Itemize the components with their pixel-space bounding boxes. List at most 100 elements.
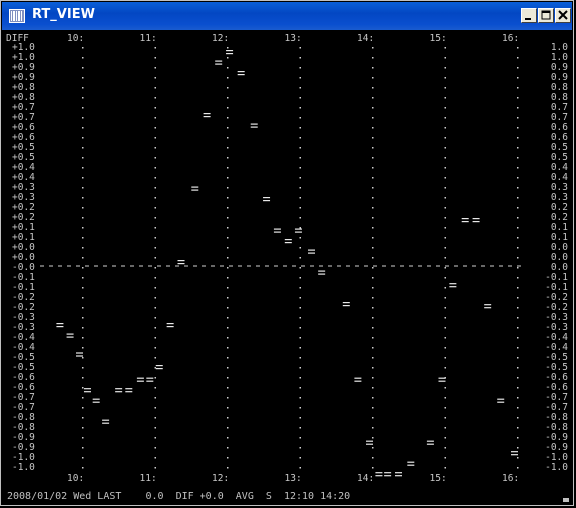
grid-dot: [82, 187, 84, 189]
grid-dot: [82, 307, 84, 309]
grid-dot: [154, 397, 156, 399]
grid-dot: [154, 157, 156, 159]
grid-dot: [299, 47, 301, 49]
data-point: [354, 377, 362, 382]
grid-dot: [372, 307, 374, 309]
grid-dot: [372, 317, 374, 319]
grid-dot: [444, 97, 446, 99]
y-tick-left: -1.0: [12, 462, 35, 473]
grid-dot: [154, 257, 156, 259]
grid-dot: [372, 167, 374, 169]
grid-dot: [372, 187, 374, 189]
grid-dot: [372, 157, 374, 159]
grid-dot: [82, 357, 84, 359]
grid-dot: [227, 197, 229, 199]
grid-dot: [227, 237, 229, 239]
grid-dot: [517, 317, 519, 319]
grid-dot: [517, 267, 519, 269]
grid-dot: [299, 237, 301, 239]
title-bar[interactable]: RT_VIEW: [2, 2, 572, 30]
grid-dot: [299, 467, 301, 469]
x-tick-top: 10:: [67, 33, 84, 44]
data-point: [497, 398, 505, 403]
grid-dot: [227, 337, 229, 339]
grid-dot: [299, 227, 301, 229]
grid-dot: [299, 417, 301, 419]
grid-dot: [227, 307, 229, 309]
grid-dot: [299, 397, 301, 399]
grid-dot: [154, 107, 156, 109]
grid-dot: [299, 67, 301, 69]
x-tick-bottom: 10:: [67, 473, 84, 484]
grid-dot: [299, 437, 301, 439]
grid-dot: [82, 177, 84, 179]
grid-dot: [82, 247, 84, 249]
grid-dot: [444, 257, 446, 259]
grid-dot: [227, 317, 229, 319]
data-point: [203, 113, 211, 118]
grid-dot: [227, 297, 229, 299]
minimize-button[interactable]: [521, 8, 537, 23]
data-point: [318, 270, 326, 275]
grid-dot: [154, 317, 156, 319]
maximize-button[interactable]: [538, 8, 554, 23]
close-button[interactable]: [555, 8, 571, 23]
grid-dot: [299, 157, 301, 159]
grid-dot: [517, 67, 519, 69]
grid-dot: [372, 137, 374, 139]
grid-dot: [82, 467, 84, 469]
grid-dot: [154, 357, 156, 359]
grid-dot: [372, 257, 374, 259]
window-title: RT_VIEW: [32, 7, 95, 22]
grid-dot: [227, 107, 229, 109]
grid-dot: [299, 457, 301, 459]
grid-dot: [82, 327, 84, 329]
grid-dot: [154, 347, 156, 349]
data-point: [273, 228, 281, 233]
grid-dot: [299, 367, 301, 369]
grid-dot: [227, 387, 229, 389]
grid-dot: [517, 457, 519, 459]
grid-dot: [82, 127, 84, 129]
x-tick-bottom: 14:: [357, 473, 374, 484]
resize-grip[interactable]: [563, 498, 569, 502]
grid-dot: [227, 127, 229, 129]
grid-dot: [154, 337, 156, 339]
grid-dot: [517, 467, 519, 469]
grid-dot: [444, 347, 446, 349]
grid-dot: [299, 387, 301, 389]
grid-dot: [444, 117, 446, 119]
data-point: [92, 398, 100, 403]
grid-dot: [444, 197, 446, 199]
grid-dot: [372, 127, 374, 129]
grid-dot: [227, 417, 229, 419]
grid-dot: [82, 437, 84, 439]
grid-dot: [444, 147, 446, 149]
grid-dot: [444, 217, 446, 219]
grid-dot: [82, 87, 84, 89]
grid-dot: [82, 387, 84, 389]
grid-dot: [372, 117, 374, 119]
grid-dot: [82, 267, 84, 269]
data-point: [384, 472, 392, 477]
grid-dot: [227, 97, 229, 99]
grid-dot: [154, 117, 156, 119]
grid-dot: [444, 227, 446, 229]
grid-dot: [517, 167, 519, 169]
grid-dot: [154, 227, 156, 229]
grid-dot: [517, 127, 519, 129]
grid-dot: [299, 207, 301, 209]
grid-dot: [444, 317, 446, 319]
grid-dot: [517, 197, 519, 199]
grid-dot: [372, 87, 374, 89]
grid-dot: [517, 427, 519, 429]
data-point: [226, 50, 234, 55]
grid-dot: [444, 207, 446, 209]
grid-dot: [299, 197, 301, 199]
grid-dot: [444, 167, 446, 169]
grid-dot: [154, 67, 156, 69]
grid-dot: [227, 367, 229, 369]
grid-dot: [444, 137, 446, 139]
grid-dot: [154, 407, 156, 409]
grid-dot: [299, 57, 301, 59]
